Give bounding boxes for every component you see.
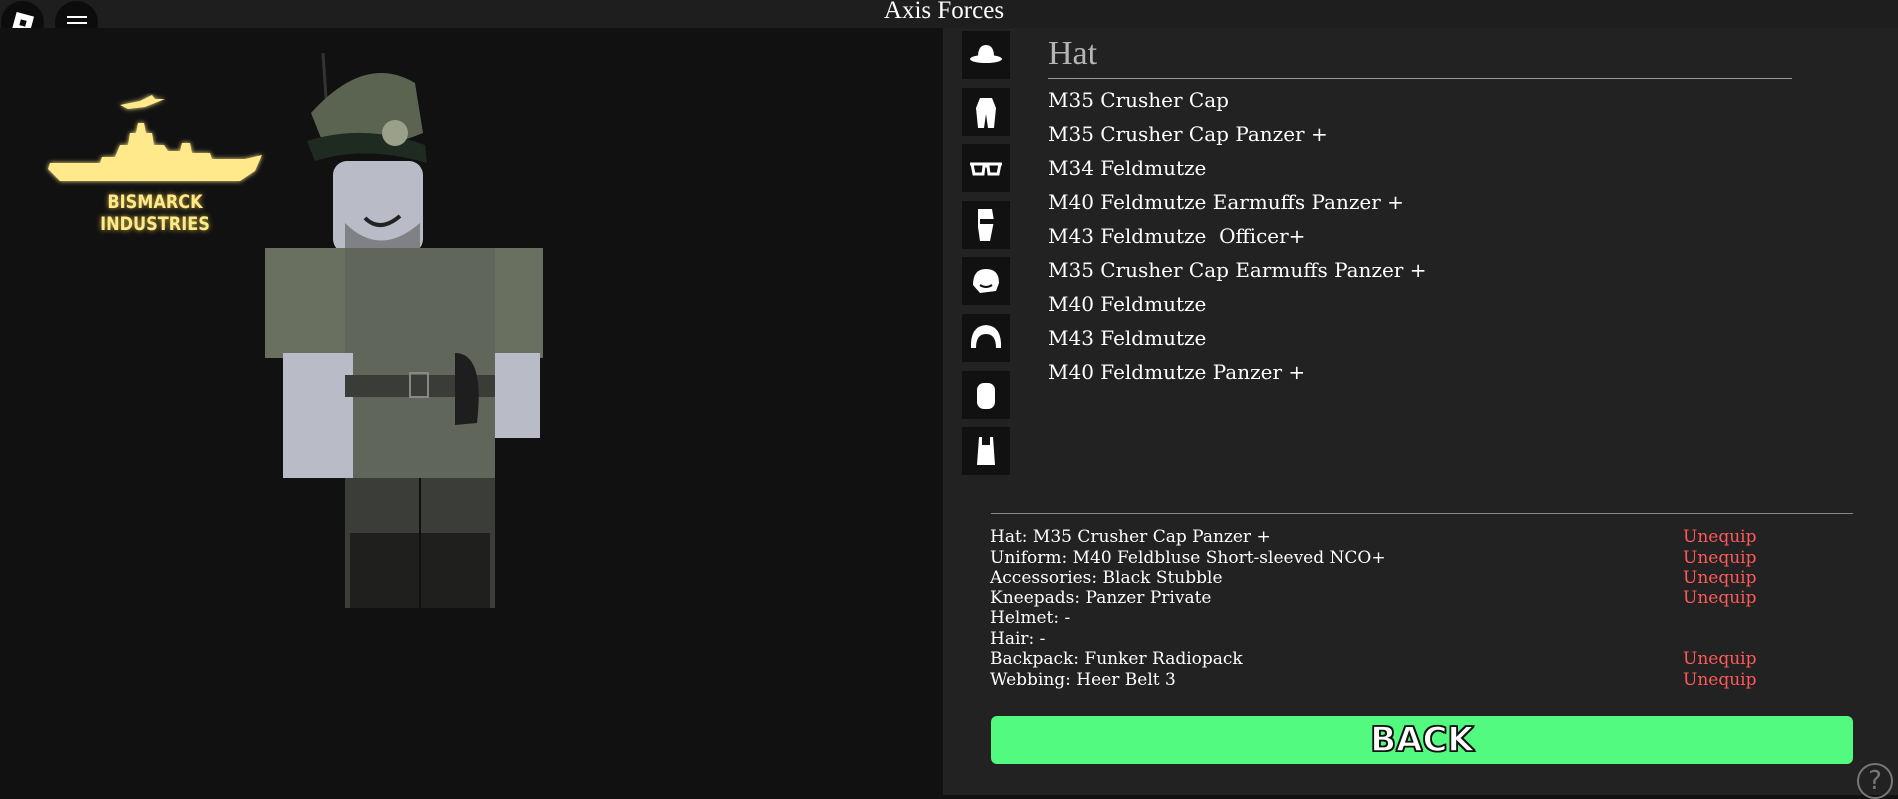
section-heading: Hat — [1048, 35, 1098, 72]
top-bar: Axis Forces — [0, 0, 1898, 28]
inventory-panel: Hat M35 Crusher Cap M35 Crusher Cap Panz… — [943, 28, 1898, 799]
hat-item[interactable]: M34 Feldmutze — [1048, 156, 1206, 180]
hat-item[interactable]: M35 Crusher Cap Panzer + — [1048, 122, 1328, 146]
avatar-model[interactable] — [255, 53, 605, 613]
equipped-label: Accessories: Black Stubble — [990, 568, 1223, 588]
hat-item[interactable]: M40 Feldmutze Panzer + — [1048, 360, 1305, 384]
battleship-silhouette-icon — [48, 95, 262, 181]
equipped-label: Helmet: - — [990, 608, 1071, 628]
equipped-row-accessories: Accessories: Black Stubble Unequip — [990, 568, 1850, 588]
category-uniform-button[interactable] — [962, 88, 1010, 136]
back-button-label: BACK — [1369, 719, 1474, 761]
window-title: Axis Forces — [883, 0, 1005, 24]
equipped-row-uniform: Uniform: M40 Feldbluse Short-sleeved NCO… — [990, 548, 1850, 568]
equipped-label: Backpack: Funker Radiopack — [990, 649, 1243, 669]
equipped-row-hat: Hat: M35 Crusher Cap Panzer + Unequip — [990, 527, 1850, 547]
equipped-label: Webbing: Heer Belt 3 — [990, 670, 1176, 690]
equipped-label: Hair: - — [990, 629, 1046, 649]
category-webbing-button[interactable] — [962, 427, 1010, 475]
helmet-icon — [973, 269, 999, 293]
unequip-webbing-button[interactable]: Unequip — [1683, 670, 1757, 690]
unequip-accessories-button[interactable]: Unequip — [1683, 568, 1757, 588]
heading-divider — [1048, 78, 1792, 79]
category-backpack-button[interactable] — [962, 371, 1010, 419]
hair-icon — [970, 325, 1002, 348]
category-accessories-button[interactable] — [962, 144, 1010, 192]
back-button[interactable]: BACK — [991, 716, 1853, 764]
character-viewport[interactable]: BISMARCK INDUSTRIES — [0, 28, 943, 795]
hat-icon — [970, 45, 1002, 63]
equipped-row-backpack: Backpack: Funker Radiopack Unequip — [990, 649, 1850, 669]
hat-item[interactable]: M43 Feldmutze Officer+ — [1048, 224, 1305, 248]
hat-item[interactable]: M43 Feldmutze — [1048, 326, 1206, 350]
equipped-divider — [991, 513, 1853, 514]
equipped-row-webbing: Webbing: Heer Belt 3 Unequip — [990, 670, 1850, 690]
webbing-icon — [977, 437, 995, 465]
hat-item[interactable]: M35 Crusher Cap — [1048, 88, 1229, 112]
category-kneepads-button[interactable] — [962, 201, 1010, 249]
equipped-row-helmet: Helmet: - — [990, 608, 1850, 628]
unequip-hat-button[interactable]: Unequip — [1683, 527, 1757, 547]
equipped-label: Kneepads: Panzer Private — [990, 588, 1212, 608]
unequip-kneepads-button[interactable]: Unequip — [1683, 588, 1757, 608]
equipped-label: Uniform: M40 Feldbluse Short-sleeved NCO… — [990, 548, 1386, 568]
category-helmet-button[interactable] — [962, 257, 1010, 305]
hat-item[interactable]: M35 Crusher Cap Earmuffs Panzer + — [1048, 258, 1427, 282]
unequip-uniform-button[interactable]: Unequip — [1683, 548, 1757, 568]
hat-item[interactable]: M40 Feldmutze Earmuffs Panzer + — [1048, 190, 1404, 214]
bismarck-industries-logo: BISMARCK INDUSTRIES — [40, 93, 270, 235]
uniform-icon — [976, 98, 996, 128]
category-hair-button[interactable] — [962, 314, 1010, 362]
equipped-row-hair: Hair: - — [990, 629, 1850, 649]
kneepads-icon — [978, 209, 994, 241]
help-button[interactable]: ? — [1857, 763, 1893, 799]
equipped-label: Hat: M35 Crusher Cap Panzer + — [990, 527, 1271, 547]
backpack-icon — [977, 383, 995, 409]
logo-text: BISMARCK INDUSTRIES — [100, 191, 210, 235]
hat-item[interactable]: M40 Feldmutze — [1048, 292, 1206, 316]
unequip-backpack-button[interactable]: Unequip — [1683, 649, 1757, 669]
category-hat-button[interactable] — [962, 31, 1010, 79]
equipped-row-kneepads: Kneepads: Panzer Private Unequip — [990, 588, 1850, 608]
glasses-icon — [970, 162, 1002, 176]
